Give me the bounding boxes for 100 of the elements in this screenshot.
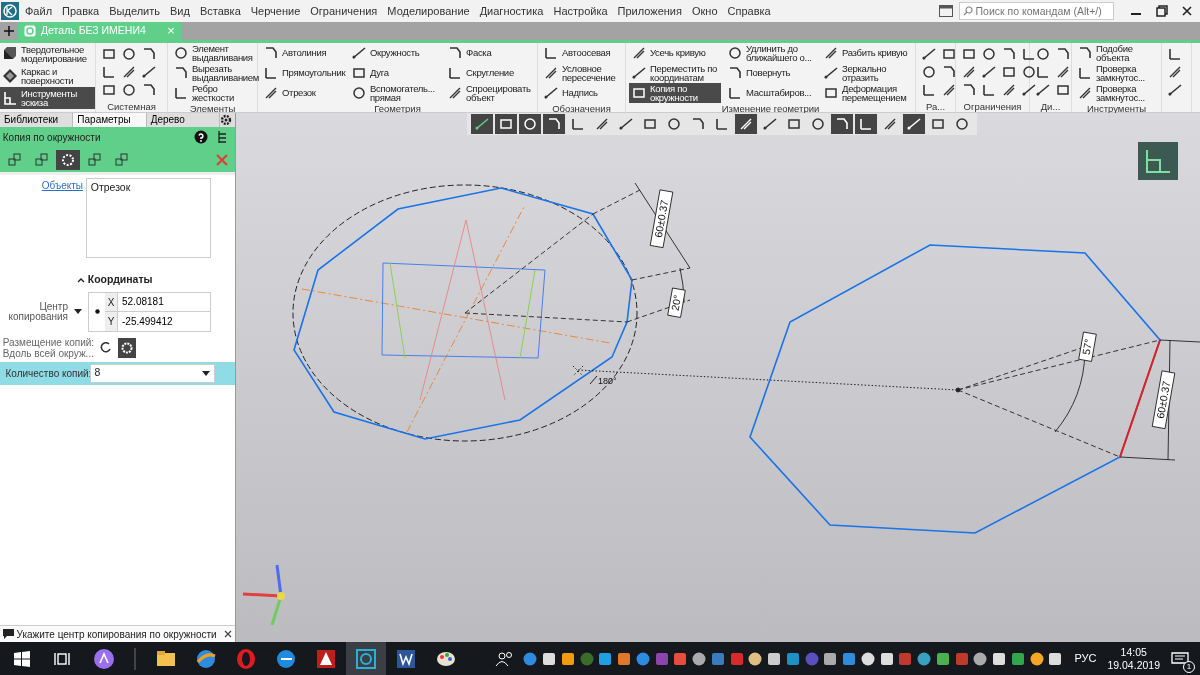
- tool-icon[interactable]: [1021, 82, 1037, 98]
- tool-icon[interactable]: [121, 46, 137, 62]
- panel-toggle-icon[interactable]: [939, 5, 953, 17]
- ribbon-button[interactable]: Автолиния: [261, 43, 345, 63]
- tray-icon[interactable]: [916, 650, 933, 667]
- ribbon-button[interactable]: Зеркально отразить: [821, 63, 913, 83]
- tool-icon[interactable]: [981, 46, 997, 62]
- view-tool-button[interactable]: [735, 114, 757, 134]
- tray-icon[interactable]: [972, 650, 989, 667]
- count-dropdown[interactable]: 8: [89, 363, 215, 383]
- tool-icon[interactable]: [121, 64, 137, 80]
- tray-icon[interactable]: [541, 650, 558, 667]
- ribbon-button[interactable]: Повернуть: [725, 63, 817, 83]
- view-tool-button[interactable]: [855, 114, 877, 134]
- tray-icon[interactable]: [691, 650, 708, 667]
- panel-tab[interactable]: Параметры: [73, 113, 147, 127]
- ribbon-button[interactable]: Вспомогатель... прямая: [349, 83, 441, 103]
- ribbon-button[interactable]: Переместить по координатам: [629, 63, 721, 83]
- tool-icon[interactable]: [1035, 64, 1051, 80]
- menu-item[interactable]: Выделить: [104, 1, 165, 21]
- menu-item[interactable]: Правка: [57, 1, 105, 21]
- tool-icon[interactable]: [961, 64, 977, 80]
- mode-button[interactable]: Инструменты эскиза: [0, 87, 95, 109]
- ribbon-button[interactable]: Масштабиров...: [725, 83, 817, 103]
- ribbon-button[interactable]: Копия по окружности: [629, 83, 721, 103]
- menu-item[interactable]: Файл: [20, 1, 58, 21]
- tray-icon[interactable]: [766, 650, 783, 667]
- mode-toggle-button[interactable]: [56, 149, 81, 170]
- tray-icon[interactable]: [1009, 650, 1026, 667]
- tool-icon[interactable]: [101, 82, 117, 98]
- tray-icon[interactable]: [747, 650, 764, 667]
- view-tool-button[interactable]: [543, 114, 565, 134]
- tray-icon[interactable]: [822, 650, 839, 667]
- tray-icon[interactable]: [1028, 650, 1045, 667]
- ribbon-button[interactable]: Подобие объекта: [1075, 43, 1159, 63]
- tool-icon[interactable]: [101, 64, 117, 80]
- menu-item[interactable]: Вид: [164, 1, 195, 21]
- ribbon-button[interactable]: Проверка замкнутос...: [1075, 83, 1159, 103]
- tool-icon[interactable]: [921, 64, 937, 80]
- ribbon-button[interactable]: Проверка замкнутос...: [1075, 63, 1159, 83]
- tool-icon[interactable]: [121, 82, 137, 98]
- tool-icon[interactable]: [1167, 82, 1183, 98]
- menu-item[interactable]: Вставка: [194, 1, 246, 21]
- mode-button[interactable]: Каркас и поверхности: [0, 65, 95, 87]
- placement-option-button[interactable]: [117, 338, 136, 358]
- tool-icon[interactable]: [941, 64, 957, 80]
- tool-icon[interactable]: [921, 46, 937, 62]
- ribbon-button[interactable]: Элемент выдавливания: [171, 43, 255, 63]
- ribbon-button[interactable]: Надпись: [541, 83, 621, 103]
- tool-icon[interactable]: [961, 82, 977, 98]
- view-tool-button[interactable]: [471, 114, 493, 134]
- ribbon-button[interactable]: Отрезок: [261, 83, 345, 103]
- ribbon-button[interactable]: Удлинить до ближайшего о...: [725, 43, 817, 63]
- tool-icon[interactable]: [921, 82, 937, 98]
- tray-icon[interactable]: [878, 650, 895, 667]
- tool-icon[interactable]: [141, 82, 157, 98]
- view-tool-button[interactable]: [495, 114, 517, 134]
- ribbon-button[interactable]: Дуга: [349, 63, 441, 83]
- tool-icon[interactable]: [1001, 46, 1017, 62]
- ribbon-button[interactable]: Спроецировать объект: [445, 83, 537, 103]
- menu-item[interactable]: Справка: [722, 1, 776, 21]
- tool-icon[interactable]: [1055, 82, 1071, 98]
- collapse-icon[interactable]: [77, 276, 85, 283]
- objects-link[interactable]: Объекты: [0, 177, 83, 258]
- coordinate-input-group[interactable]: X 52.08181 Y -25.499412: [88, 291, 211, 332]
- tray-icon[interactable]: [934, 650, 951, 667]
- tool-icon[interactable]: [101, 46, 117, 62]
- search-field[interactable]: Поиск по командам (Alt+/): [958, 2, 1114, 20]
- ribbon-button[interactable]: Ребро жесткости: [171, 83, 255, 103]
- objects-list[interactable]: Отрезок: [85, 177, 211, 258]
- restore-icon[interactable]: [1156, 5, 1168, 17]
- tray-icon[interactable]: [859, 650, 876, 667]
- tray-icon[interactable]: [991, 650, 1008, 667]
- language-indicator[interactable]: РУС: [1074, 650, 1097, 667]
- tool-icon[interactable]: [1055, 64, 1071, 80]
- clock[interactable]: 14:05 19.04.2019: [1107, 645, 1160, 672]
- ribbon-button[interactable]: Прямоугольник: [261, 63, 345, 83]
- ribbon-button[interactable]: Скругление: [445, 63, 537, 83]
- tool-icon[interactable]: [981, 82, 997, 98]
- tray-icon[interactable]: [597, 650, 614, 667]
- view-tool-button[interactable]: [831, 114, 853, 134]
- tray-icon[interactable]: [559, 650, 576, 667]
- ribbon-button[interactable]: Автоосевая: [541, 43, 621, 63]
- mode-button[interactable]: Твердотельное моделирование: [0, 43, 95, 65]
- tree-icon[interactable]: [216, 130, 229, 144]
- ribbon-button[interactable]: Деформация перемещением: [821, 83, 913, 103]
- ribbon-button[interactable]: Усечь кривую: [629, 43, 721, 63]
- menu-item[interactable]: Приложения: [612, 1, 687, 21]
- ribbon-button[interactable]: Окружность: [349, 43, 441, 63]
- ribbon-button[interactable]: Фаска: [445, 43, 537, 63]
- tray-icon[interactable]: [616, 650, 633, 667]
- tool-icon[interactable]: [1001, 64, 1017, 80]
- menu-item[interactable]: Диагностика: [474, 1, 549, 21]
- tool-icon[interactable]: [1167, 46, 1183, 62]
- view-tool-button[interactable]: [903, 114, 925, 134]
- ribbon-button[interactable]: Разбить кривую: [821, 43, 913, 63]
- menu-item[interactable]: Окно: [686, 1, 723, 21]
- tool-icon[interactable]: [1167, 64, 1183, 80]
- tool-icon[interactable]: [1021, 64, 1037, 80]
- tool-icon[interactable]: [941, 46, 957, 62]
